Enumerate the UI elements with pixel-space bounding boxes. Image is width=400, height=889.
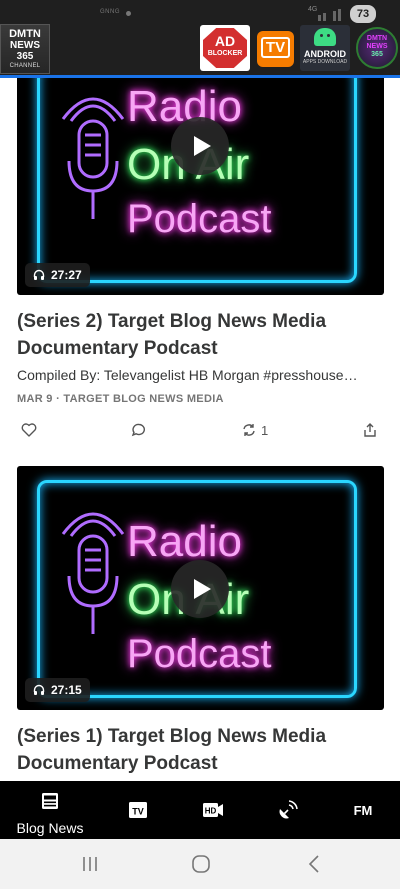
svg-text:HD: HD bbox=[204, 807, 216, 816]
logo-line: CHANNEL bbox=[9, 63, 41, 69]
android-label: ANDROID bbox=[304, 49, 346, 59]
android-robot-icon bbox=[314, 28, 336, 46]
signal-bar-icon bbox=[338, 9, 341, 21]
round-logo-line: DMTN bbox=[366, 35, 388, 42]
post-actions: 1 bbox=[17, 418, 383, 442]
recent-apps-icon[interactable] bbox=[81, 855, 99, 873]
like-button[interactable] bbox=[21, 418, 37, 442]
restack-count: 1 bbox=[261, 422, 269, 438]
play-button[interactable] bbox=[171, 560, 229, 618]
adblock-label: BLOCKER bbox=[207, 50, 243, 57]
duration-badge: 27:27 bbox=[25, 263, 90, 287]
system-navigation-bar bbox=[0, 839, 400, 889]
duration-badge: 27:15 bbox=[25, 678, 90, 702]
notification-dot-icon bbox=[126, 11, 131, 16]
android-sublabel: APPS DOWNLOAD bbox=[302, 59, 348, 65]
back-icon[interactable] bbox=[306, 854, 322, 874]
network-type: 4G bbox=[308, 6, 318, 13]
round-logo-line: NEWS bbox=[366, 43, 388, 50]
thumb-text: Podcast bbox=[127, 197, 272, 241]
svg-text:TV: TV bbox=[132, 807, 144, 817]
microphone-icon bbox=[61, 512, 125, 634]
dmtn-news-logo[interactable]: DMTN NEWS 365 CHANNEL bbox=[0, 24, 50, 74]
top-header: GNNG 4G 73 DMTN NEWS 365 CHANNEL AD BLOC… bbox=[0, 0, 400, 78]
share-icon bbox=[364, 423, 376, 437]
fm-radio-icon: FM bbox=[353, 803, 372, 818]
post-subtitle[interactable]: Compiled By: Televangelist HB Morgan #pr… bbox=[17, 367, 377, 383]
nav-item-hd-video[interactable]: HD bbox=[175, 781, 250, 839]
logo-line: 365 bbox=[16, 51, 34, 62]
android-apps-icon[interactable]: ANDROID APPS DOWNLOAD bbox=[300, 25, 350, 71]
signal-bar-icon bbox=[323, 13, 326, 21]
app-screen: GNNG 4G 73 DMTN NEWS 365 CHANNEL AD BLOC… bbox=[0, 0, 400, 889]
duration-text: 27:27 bbox=[51, 268, 82, 282]
bottom-navigation: Blog News TV HD FM bbox=[0, 781, 400, 839]
microphone-icon bbox=[61, 97, 125, 219]
comment-icon bbox=[131, 423, 145, 437]
post-feed[interactable]: Radio On Air Podcast 27:27 (Series 2) Ta… bbox=[0, 78, 400, 781]
battery-indicator: 73 bbox=[350, 5, 376, 23]
tv-app-label: TV bbox=[260, 37, 291, 58]
post-thumbnail[interactable]: Radio On Air Podcast 27:27 bbox=[17, 78, 384, 295]
post-thumbnail[interactable]: Radio On Air Podcast 27:15 bbox=[17, 466, 384, 710]
nav-label: Blog News bbox=[16, 820, 84, 836]
tv-app-icon[interactable]: TV bbox=[257, 31, 294, 67]
heart-icon bbox=[21, 423, 37, 437]
restack-button[interactable]: 1 bbox=[241, 418, 268, 442]
share-button[interactable] bbox=[362, 418, 378, 442]
headphones-icon bbox=[33, 269, 45, 280]
logo-line: DMTN bbox=[9, 28, 41, 40]
play-button[interactable] bbox=[171, 117, 229, 175]
post-title[interactable]: (Series 1) Target Blog News Media Docume… bbox=[17, 723, 377, 777]
restack-icon bbox=[243, 424, 255, 436]
nav-item-broadcast[interactable] bbox=[250, 781, 325, 839]
nav-item-blog-news[interactable]: Blog News bbox=[0, 781, 100, 839]
hd-video-icon: HD bbox=[202, 803, 223, 817]
news-icon bbox=[42, 793, 58, 809]
post-title[interactable]: (Series 2) Target Blog News Media Docume… bbox=[17, 308, 377, 362]
headphones-icon bbox=[33, 684, 45, 695]
tv-icon: TV bbox=[128, 802, 147, 818]
home-icon[interactable] bbox=[191, 854, 211, 874]
svg-text:FM: FM bbox=[353, 803, 372, 818]
satellite-dish-icon bbox=[279, 800, 298, 819]
duration-text: 27:15 bbox=[51, 683, 82, 697]
logo-line: NEWS bbox=[10, 40, 40, 51]
signal-bar-icon bbox=[333, 11, 336, 21]
adblock-label: AD bbox=[214, 33, 236, 49]
dmtn-news-round-icon[interactable]: DMTN NEWS 365 bbox=[356, 27, 398, 69]
nav-item-fm-radio[interactable]: FM bbox=[325, 781, 400, 839]
post-meta: MAR 9 · TARGET BLOG NEWS MEDIA bbox=[17, 393, 224, 405]
nav-item-tv[interactable]: TV bbox=[100, 781, 175, 839]
signal-bar-icon bbox=[318, 15, 321, 21]
thumb-text: Podcast bbox=[127, 632, 272, 676]
status-bar: GNNG 4G 73 bbox=[0, 4, 400, 23]
comment-button[interactable] bbox=[131, 418, 147, 442]
ad-blocker-app-icon[interactable]: AD BLOCKER bbox=[200, 25, 250, 71]
thumb-text: Radio bbox=[127, 517, 242, 566]
round-logo-line: 365 bbox=[371, 51, 383, 58]
status-text: GNNG bbox=[100, 9, 120, 15]
